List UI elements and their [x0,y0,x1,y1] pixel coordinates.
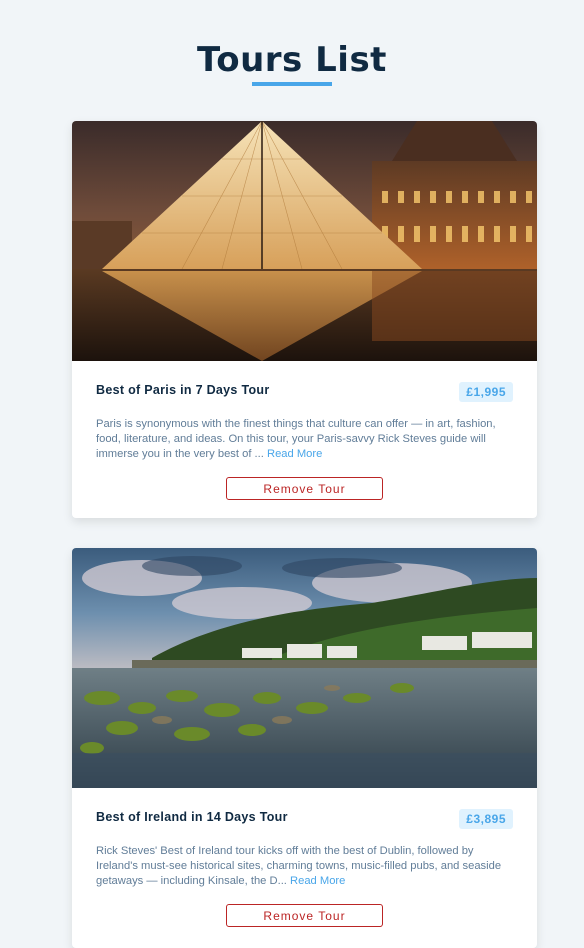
read-more-button[interactable]: Read More [290,875,345,887]
tour-price: £1,995 [459,382,513,402]
page-title: Tours List [197,40,387,80]
tour-description: Paris is synonymous with the finest thin… [96,417,514,462]
tour-description: Rick Steves' Best of Ireland tour kicks … [96,844,514,889]
remove-tour-button[interactable]: Remove Tour [226,477,383,500]
read-more-button[interactable]: Read More [267,448,322,460]
remove-tour-button[interactable]: Remove Tour [226,904,383,927]
tour-name: Best of Paris in 7 Days Tour [96,383,270,397]
tour-price: £3,895 [459,809,513,829]
title-section: Tours List [0,38,584,86]
tour-image-ireland [72,548,537,788]
tour-card: Best of Ireland in 14 Days Tour £3,895 R… [72,548,537,948]
tour-image-paris [72,121,537,361]
title-underline [252,82,332,86]
tour-name: Best of Ireland in 14 Days Tour [96,810,288,824]
tour-card: Best of Paris in 7 Days Tour £1,995 Pari… [72,121,537,518]
